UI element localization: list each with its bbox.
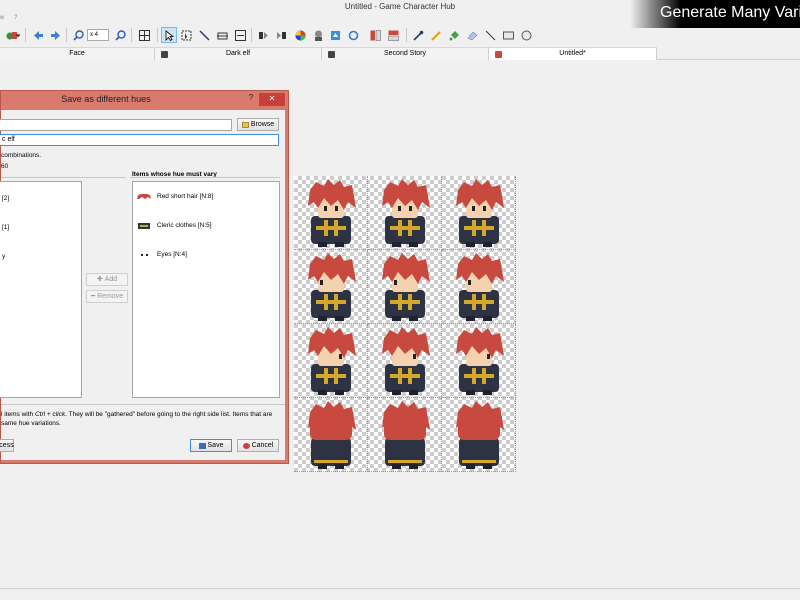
right-items-list[interactable]: Red short hair [N:8] Cleric clothes [N:5…: [132, 181, 280, 398]
toolbar: x 4: [0, 24, 640, 46]
back-arrow-icon[interactable]: [30, 27, 46, 43]
color-wheel-icon[interactable]: [292, 27, 308, 43]
minus-icon: ━: [90, 293, 96, 300]
name-input[interactable]: c elf: [0, 134, 279, 146]
character-icon[interactable]: [310, 27, 326, 43]
list-item[interactable]: [2]: [2, 195, 9, 202]
sprite-frame: [442, 176, 516, 250]
plus-icon: ✚: [96, 276, 103, 283]
menu-item-help[interactable]: ?: [14, 15, 17, 21]
list-item[interactable]: Eyes [N:4]: [157, 251, 187, 258]
folder-icon: [241, 121, 249, 128]
line-tool-icon[interactable]: [196, 27, 212, 43]
rect-select-icon[interactable]: [178, 27, 194, 43]
sprite-frame: [442, 250, 516, 324]
path-input[interactable]: [0, 119, 232, 131]
separator: [130, 177, 280, 178]
rectangle-icon[interactable]: [500, 27, 516, 43]
fill-bucket-icon[interactable]: [446, 27, 462, 43]
list-item[interactable]: [1]: [2, 224, 9, 231]
help-button[interactable]: ?: [244, 93, 258, 105]
dialog-body: Browse c elf combinations. 60 Items whos…: [0, 110, 285, 460]
list-item[interactable]: Cleric clothes [N:5]: [157, 222, 212, 229]
sprite-sheet[interactable]: [294, 176, 516, 472]
tab-untitled[interactable]: Untitled*: [489, 47, 657, 60]
layers-icon[interactable]: [385, 27, 401, 43]
select-pointer-icon[interactable]: [161, 27, 177, 43]
document-tabs: Face Dark elf Second Story Untitled*: [0, 46, 800, 60]
save-as-hues-dialog: Save as different hues ? ✕ Browse c elf …: [0, 90, 289, 464]
zoom-in-icon[interactable]: [112, 27, 128, 43]
list-item[interactable]: Red short hair [N:8]: [157, 193, 213, 200]
menu-item-window[interactable]: w: [0, 15, 4, 21]
browse-button[interactable]: Browse: [237, 118, 279, 131]
cancel-button[interactable]: Cancel: [237, 439, 279, 452]
split-image-icon[interactable]: [367, 27, 383, 43]
banner-overlay: Generate Many Vari: [630, 0, 800, 28]
sprite-frame: [368, 398, 442, 472]
list-item[interactable]: y: [2, 253, 5, 260]
frame-icon[interactable]: [232, 27, 248, 43]
combinations-text: combinations.: [1, 152, 42, 159]
export-icon[interactable]: [327, 27, 343, 43]
zoom-select[interactable]: x 4: [87, 29, 109, 41]
line-draw-icon[interactable]: [482, 27, 498, 43]
tab-second-story[interactable]: Second Story: [322, 47, 489, 60]
separator: [1, 404, 285, 405]
hair-icon: [137, 194, 151, 199]
eraser-icon[interactable]: [464, 27, 480, 43]
ellipse-icon[interactable]: [518, 27, 534, 43]
close-button[interactable]: ✕: [259, 93, 285, 106]
save-icon: [198, 442, 206, 449]
clothes-icon: [138, 223, 150, 229]
tab-face[interactable]: Face: [0, 47, 155, 60]
flip-icon[interactable]: [255, 27, 271, 43]
menu-bar: w ?: [0, 14, 400, 24]
access-button[interactable]: cess: [0, 439, 14, 452]
banner-text: Generate Many Vari: [660, 4, 800, 21]
cancel-icon: [242, 442, 250, 449]
save-button[interactable]: Save: [190, 439, 232, 452]
left-items-list[interactable]: [2] [1] y: [0, 181, 82, 398]
sprite-frame: [442, 324, 516, 398]
eyedropper-icon[interactable]: [410, 27, 426, 43]
tab-dark-elf[interactable]: Dark elf: [155, 47, 322, 60]
crop-icon[interactable]: [214, 27, 230, 43]
sprite-frame: [368, 250, 442, 324]
grid-icon[interactable]: [136, 27, 152, 43]
dialog-title: Save as different hues: [61, 94, 151, 104]
mirror-icon[interactable]: [273, 27, 289, 43]
count-text: 60: [1, 163, 9, 170]
sprite-frame: [294, 250, 368, 324]
sprite-frame: [442, 398, 516, 472]
remove-button[interactable]: ━ Remove: [86, 290, 128, 303]
add-button[interactable]: ✚ Add: [86, 273, 128, 286]
eyes-icon: [141, 254, 148, 256]
sprite-frame: [294, 324, 368, 398]
sprite-frame: [294, 398, 368, 472]
dropdown-arrow-icon[interactable]: [14, 27, 22, 43]
pencil-icon[interactable]: [428, 27, 444, 43]
sprite-frame: [368, 176, 442, 250]
separator: [1, 177, 126, 178]
forward-arrow-icon[interactable]: [47, 27, 63, 43]
refresh-icon[interactable]: [345, 27, 361, 43]
help-text-line-2: same hue variations.: [1, 420, 61, 427]
sprite-frame: [294, 176, 368, 250]
sprite-frame: [368, 324, 442, 398]
zoom-out-icon[interactable]: [70, 27, 86, 43]
status-bar: [0, 588, 800, 600]
help-text-line-1: l items with Ctrl + click. They will be …: [1, 411, 273, 418]
